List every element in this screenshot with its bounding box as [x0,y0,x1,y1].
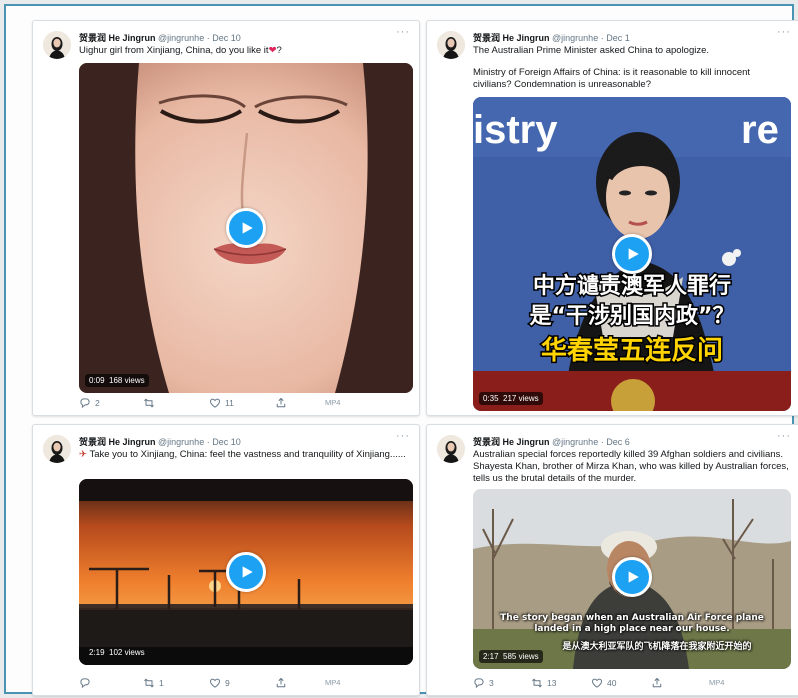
video-badge: 2:17 585 views [479,650,543,663]
share-button[interactable] [651,677,663,689]
reply-icon [79,397,91,409]
tweet-text: Australian special forces reportedly kil… [473,449,789,484]
screenshot-frame: 贺景润 He Jingrun @jingrunhe · Dec 10 ··· U… [4,4,798,696]
like-button[interactable]: 9 [209,677,230,689]
tweet-header: 贺景润 He Jingrun @jingrunhe · Dec 10 [79,437,241,447]
tweet-date[interactable]: Dec 10 [212,437,241,447]
tweet-actions: 3 13 40 MP4 [473,677,790,689]
tweet-actions: 1 9 MP4 [79,677,409,689]
video-subtitle-chinese: 是从澳大利亚军队的飞机降落在我家附近开始的 [562,642,752,652]
mp4-badge: MP4 [325,678,341,687]
like-icon [209,677,221,689]
reply-icon [473,677,485,689]
retweet-button[interactable]: 13 [531,677,556,689]
svg-text:中方谴责澳军人罪行: 中方谴责澳军人罪行 [533,273,731,299]
retweet-icon [531,677,543,689]
airplane-emoji: ✈ [79,449,87,460]
play-button[interactable] [612,234,652,274]
tweet-date[interactable]: Dec 6 [606,437,630,447]
tweet-date[interactable]: Dec 1 [606,33,630,43]
mp4-badge: MP4 [325,398,341,407]
display-name[interactable]: 贺景润 He Jingrun [473,437,550,447]
handle[interactable]: @jingrunhe [552,33,598,43]
tweet-header: 贺景润 He Jingrun @jingrunhe · Dec 1 [473,33,630,43]
display-name[interactable]: 贺景润 He Jingrun [79,33,156,43]
share-icon [275,677,287,689]
display-name[interactable]: 贺景润 He Jingrun [473,33,550,43]
play-button[interactable] [226,208,266,248]
video-player[interactable]: istry re 中方谴责澳军人罪行 是“干涉别国内政”？ 华春莹五连反问 0:… [473,97,791,411]
handle[interactable]: @jingrunhe [552,437,598,447]
reply-button[interactable] [79,677,95,689]
tweet-text: Uighur girl from Xinjiang, China, do you… [79,45,282,56]
retweet-icon [143,397,155,409]
more-icon[interactable]: ··· [777,26,791,38]
video-badge: 2:19 102 views [89,648,145,657]
tweet-text: ✈ Take you to Xinjiang, China: feel the … [79,449,406,460]
more-icon[interactable]: ··· [777,430,791,442]
video-badge: 0:09 168 views [85,374,149,387]
tweet-header: 贺景润 He Jingrun @jingrunhe · Dec 6 [473,437,630,447]
reply-icon [79,677,91,689]
video-badge: 0:35 217 views [479,392,543,405]
video-player[interactable]: The story began when an Australian Air F… [473,489,791,669]
more-icon[interactable]: ··· [396,430,410,442]
handle[interactable]: @jingrunhe [158,437,204,447]
more-icon[interactable]: ··· [396,26,410,38]
share-button[interactable] [275,397,287,409]
svg-text:istry: istry [473,108,558,152]
play-button[interactable] [612,557,652,597]
like-button[interactable]: 11 [209,397,234,409]
svg-text:是“干涉别国内政”？: 是“干涉别国内政”？ [530,303,735,329]
video-player[interactable]: 2:19 102 views [79,479,413,665]
tweet-header: 贺景润 He Jingrun @jingrunhe · Dec 10 [79,33,241,43]
display-name[interactable]: 贺景润 He Jingrun [79,437,156,447]
handle[interactable]: @jingrunhe [158,33,204,43]
reply-button[interactable]: 2 [79,397,100,409]
tweet-card[interactable]: 贺景润 He Jingrun @jingrunhe · Dec 10 ··· U… [32,20,420,416]
tweet-card[interactable]: 贺景润 He Jingrun @jingrunhe · Dec 10 ··· ✈… [32,424,420,696]
retweet-button[interactable] [143,397,159,409]
svg-text:re: re [741,108,779,152]
retweet-button[interactable]: 1 [143,677,164,689]
share-icon [651,677,663,689]
video-subtitle: The story began when an Australian Air F… [500,613,764,634]
reply-button[interactable]: 3 [473,677,494,689]
avatar[interactable] [437,31,465,59]
like-icon [209,397,221,409]
share-button[interactable] [275,677,287,689]
tweet-card[interactable]: 贺景润 He Jingrun @jingrunhe · Dec 6 ··· Au… [426,424,798,696]
mp4-badge: MP4 [709,678,725,687]
tweet-date[interactable]: Dec 10 [212,33,241,43]
heart-emoji: ❤ [268,45,277,56]
avatar[interactable] [43,31,71,59]
tweet-text: The Australian Prime Minister asked Chin… [473,45,751,90]
like-icon [591,677,603,689]
avatar[interactable] [43,435,71,463]
like-button[interactable]: 40 [591,677,616,689]
avatar[interactable] [437,435,465,463]
svg-text:华春莹五连反问: 华春莹五连反问 [541,335,723,366]
play-button[interactable] [226,552,266,592]
tweet-card[interactable]: 贺景润 He Jingrun @jingrunhe · Dec 1 ··· Th… [426,20,798,416]
video-player[interactable]: 0:09 168 views [79,63,413,393]
retweet-icon [143,677,155,689]
tweet-actions: 2 11 MP4 [79,397,409,409]
share-icon [275,397,287,409]
